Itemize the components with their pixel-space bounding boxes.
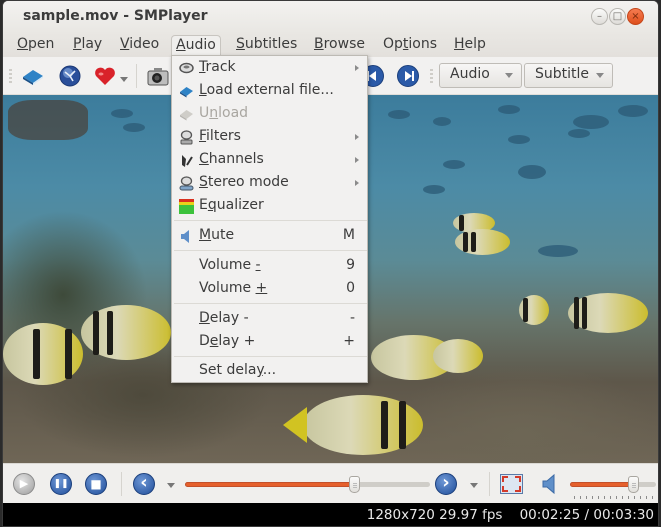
rewind-dropdown-arrow[interactable] [167, 483, 175, 488]
volume-slider[interactable] [570, 476, 656, 493]
menu-item-volume-up[interactable]: Volume +0 [172, 278, 367, 301]
stop-button[interactable]: ■ [85, 473, 107, 495]
forward-icon: › [442, 472, 450, 493]
submenu-arrow-icon [355, 180, 359, 186]
chevron-down-icon [596, 73, 604, 78]
toolbar-grip[interactable] [9, 69, 12, 83]
fish [303, 395, 423, 455]
fish [3, 323, 83, 385]
play-button[interactable]: ▶ [13, 473, 35, 495]
menu-play[interactable]: Play [69, 35, 106, 57]
menu-item-track[interactable]: Track [172, 57, 367, 80]
pause-icon: ❚❚ [53, 479, 69, 489]
next-icon[interactable] [396, 64, 420, 88]
submenu-arrow-icon [355, 134, 359, 140]
fish [81, 305, 171, 360]
menu-options[interactable]: Options [379, 35, 441, 57]
pause-button[interactable]: ❚❚ [50, 473, 72, 495]
forward-button[interactable]: › [435, 473, 457, 495]
screenshot-icon[interactable] [146, 64, 170, 88]
fish [455, 229, 510, 255]
controls-separator [121, 472, 122, 496]
menu-video[interactable]: Video [116, 35, 163, 57]
fish [433, 339, 483, 373]
seek-progress [185, 482, 355, 487]
equalizer-icon [179, 199, 194, 214]
menu-item-delay-up[interactable]: Delay + + [172, 331, 367, 354]
menu-item-set-delay[interactable]: Set delay... [172, 360, 367, 383]
menu-subtitles[interactable]: Subtitles [232, 35, 301, 57]
menu-item-channels[interactable]: Channels [172, 149, 367, 172]
maximize-button[interactable]: □ [609, 8, 626, 25]
rewind-icon: ‹ [140, 472, 148, 493]
menu-item-unload: Unload [172, 103, 367, 126]
load-file-icon [180, 87, 193, 98]
menu-item-delay-down[interactable]: Delay -- [172, 308, 367, 331]
toolbar-grip[interactable] [430, 69, 433, 83]
fish [519, 295, 549, 325]
menu-item-volume-down[interactable]: Volume -9 [172, 255, 367, 278]
smplayer-window: sample.mov - SMPlayer – □ × Open Play Vi… [2, 0, 659, 527]
volume-ticks [574, 496, 654, 499]
shortcut-label: - [349, 310, 355, 326]
menu-item-equalizer[interactable]: Equalizer [172, 195, 367, 218]
menu-separator [174, 356, 367, 357]
play-icon: ▶ [19, 477, 29, 490]
playback-controls: ▶ ❚❚ ■ ‹ › [3, 463, 658, 503]
subtitle-combo-label: Subtitle [535, 66, 590, 82]
title-bar[interactable]: sample.mov - SMPlayer – □ × [3, 1, 658, 33]
menu-separator [174, 250, 367, 251]
shortcut-label: + [343, 333, 355, 349]
rewind-button[interactable]: ‹ [133, 473, 155, 495]
close-button[interactable]: × [627, 8, 644, 25]
channels-icon [182, 155, 193, 167]
open-file-icon[interactable] [21, 64, 45, 88]
minimize-button[interactable]: – [591, 8, 608, 25]
open-url-icon[interactable] [58, 64, 82, 88]
status-bar: 1280x720 29.97 fps 00:02:25 / 00:03:30 [3, 503, 658, 526]
volume-level [570, 482, 633, 487]
audio-menu-dropdown: Track Load external file... Unload Filte… [171, 55, 368, 383]
menu-separator [174, 220, 367, 221]
menu-audio[interactable]: Audio [171, 35, 221, 57]
speaker-icon [181, 230, 189, 243]
menu-bar: Open Play Video Audio Subtitles Browse O… [3, 33, 658, 57]
shortcut-label: 9 [346, 257, 355, 273]
audio-track-combo[interactable]: Audio [439, 63, 522, 88]
fish [568, 293, 648, 333]
seek-slider[interactable] [185, 476, 430, 493]
favorites-icon[interactable] [93, 64, 117, 88]
window-title: sample.mov - SMPlayer [23, 8, 208, 24]
volume-handle[interactable] [627, 476, 639, 493]
filters-icon [180, 130, 193, 145]
seek-handle[interactable] [349, 476, 361, 493]
unload-icon [180, 110, 193, 121]
menu-separator [174, 303, 367, 304]
status-info: 1280x720 29.97 fps 00:02:25 / 00:03:30 [366, 507, 654, 523]
toolbar-separator [136, 64, 137, 88]
track-icon [179, 62, 194, 74]
menu-item-load-external-file[interactable]: Load external file... [172, 80, 367, 103]
menu-browse[interactable]: Browse [310, 35, 369, 57]
stop-icon: ■ [90, 477, 102, 491]
menu-item-stereo-mode[interactable]: Stereo mode [172, 172, 367, 195]
controls-separator [489, 472, 490, 496]
submenu-arrow-icon [355, 157, 359, 163]
stereo-icon [179, 176, 194, 191]
menu-help[interactable]: Help [450, 35, 490, 57]
submenu-arrow-icon [355, 65, 359, 71]
menu-item-filters[interactable]: Filters [172, 126, 367, 149]
menu-item-mute[interactable]: Mute M [172, 225, 367, 248]
audio-combo-label: Audio [450, 66, 490, 82]
favorites-dropdown-arrow[interactable] [120, 77, 128, 82]
menu-open[interactable]: Open [13, 35, 58, 57]
shortcut-label: 0 [346, 280, 355, 296]
forward-dropdown-arrow[interactable] [470, 483, 478, 488]
speaker-icon[interactable] [541, 473, 557, 495]
fullscreen-icon[interactable] [500, 474, 523, 494]
shortcut-label: M [342, 227, 355, 243]
subtitle-track-combo[interactable]: Subtitle [524, 63, 613, 88]
chevron-down-icon [505, 73, 513, 78]
